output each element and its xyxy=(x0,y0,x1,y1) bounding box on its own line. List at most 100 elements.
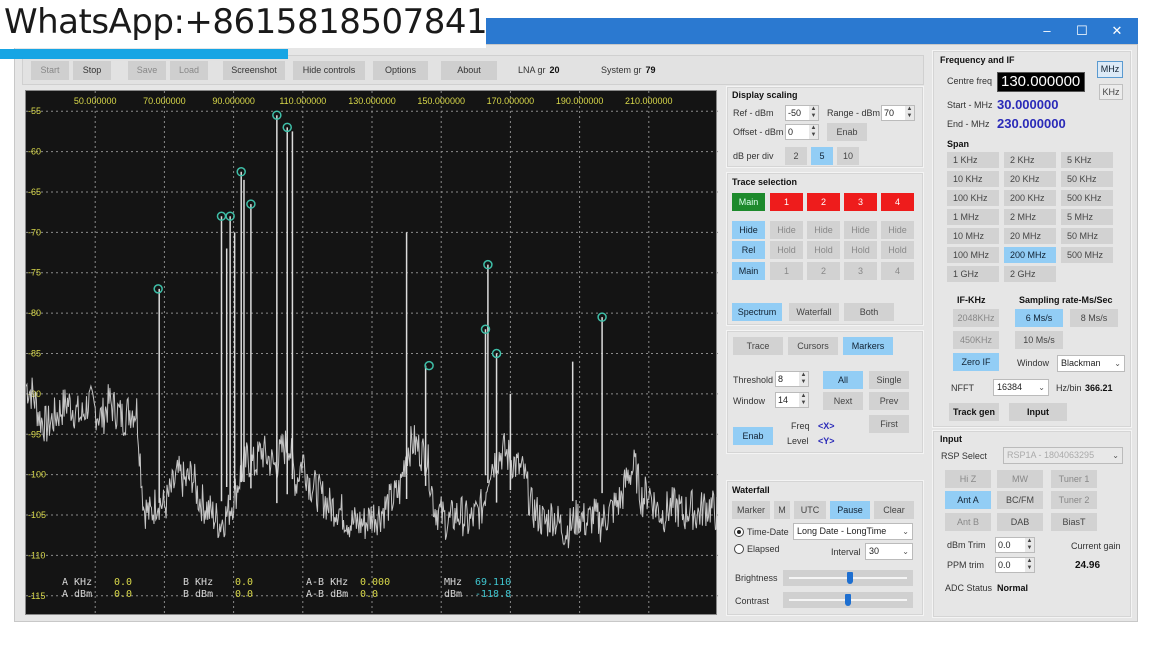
nfft-select[interactable]: 16384⌄ xyxy=(993,379,1049,396)
span-50mhz-button[interactable]: 50 MHz xyxy=(1061,228,1113,244)
range-dbm-spinner[interactable]: 70▲▼ xyxy=(881,105,915,121)
hide-4-button[interactable]: Hide xyxy=(881,221,914,239)
span-2mhz-button[interactable]: 2 MHz xyxy=(1004,209,1056,225)
span-10mhz-button[interactable]: 10 MHz xyxy=(947,228,999,244)
hold-1-button[interactable]: Hold xyxy=(770,241,803,259)
hide-2-button[interactable]: Hide xyxy=(807,221,840,239)
spinner-arrows-icon[interactable]: ▲▼ xyxy=(1025,538,1034,552)
tab-trace[interactable]: Trace xyxy=(733,337,783,355)
elapsed-radio[interactable] xyxy=(734,544,744,554)
ref-dbm-spinner[interactable]: -50▲▼ xyxy=(785,105,819,121)
span-2khz-button[interactable]: 2 KHz xyxy=(1004,152,1056,168)
hide-1-button[interactable]: Hide xyxy=(770,221,803,239)
span-20khz-button[interactable]: 20 KHz xyxy=(1004,171,1056,187)
span-10khz-button[interactable]: 10 KHz xyxy=(947,171,999,187)
rsp-select-dropdown[interactable]: RSP1A - 1804063295⌄ xyxy=(1003,447,1123,464)
hold-3-button[interactable]: Hold xyxy=(844,241,877,259)
threshold-spinner[interactable]: 8▲▼ xyxy=(775,371,809,387)
screenshot-button[interactable]: Screenshot xyxy=(223,61,285,80)
stop-button[interactable]: Stop xyxy=(73,61,111,80)
markers-all-button[interactable]: All xyxy=(823,371,863,389)
time-format-select[interactable]: Long Date - LongTime⌄ xyxy=(793,523,913,540)
view-waterfall-button[interactable]: Waterfall xyxy=(789,303,839,321)
if-450khz-button[interactable]: 450KHz xyxy=(953,331,999,349)
waterfall-utc-button[interactable]: UTC xyxy=(794,501,826,519)
markers-prev-button[interactable]: Prev xyxy=(869,392,909,410)
waterfall-pause-button[interactable]: Pause xyxy=(830,501,870,519)
span-1mhz-button[interactable]: 1 MHz xyxy=(947,209,999,225)
hold-2-button[interactable]: Hold xyxy=(807,241,840,259)
window-function-select[interactable]: Blackman⌄ xyxy=(1057,355,1125,372)
unit-mhz-button[interactable]: MHz xyxy=(1097,61,1123,78)
input-dab-button[interactable]: DAB xyxy=(997,513,1043,531)
markers-enable-button[interactable]: Enab xyxy=(733,427,773,445)
spinner-arrows-icon[interactable]: ▲▼ xyxy=(1025,558,1034,572)
ref-2-button[interactable]: 2 xyxy=(807,262,840,280)
input-tuner1-button[interactable]: Tuner 1 xyxy=(1051,470,1097,488)
view-spectrum-button[interactable]: Spectrum xyxy=(732,303,782,321)
time-date-radio[interactable] xyxy=(734,527,744,537)
span-500mhz-button[interactable]: 500 MHz xyxy=(1061,247,1113,263)
minimize-button[interactable]: – xyxy=(1027,18,1067,44)
unit-khz-button[interactable]: KHz xyxy=(1099,84,1123,100)
sr-8ms-button[interactable]: 8 Ms/s xyxy=(1070,309,1118,327)
about-button[interactable]: About xyxy=(441,61,497,80)
load-button[interactable]: Load xyxy=(170,61,208,80)
start-button[interactable]: Start xyxy=(31,61,69,80)
hold-4-button[interactable]: Hold xyxy=(881,241,914,259)
input-tuner2-button[interactable]: Tuner 2 xyxy=(1051,491,1097,509)
markers-first-button[interactable]: First xyxy=(869,415,909,433)
sr-10ms-button[interactable]: 10 Ms/s xyxy=(1015,331,1063,349)
offset-dbm-spinner[interactable]: 0▲▼ xyxy=(785,124,819,140)
ppm-trim-spinner[interactable]: 0.0▲▼ xyxy=(995,557,1035,573)
ref-1-button[interactable]: 1 xyxy=(770,262,803,280)
trace-3-button[interactable]: 3 xyxy=(844,193,877,211)
save-button[interactable]: Save xyxy=(128,61,166,80)
spinner-arrows-icon[interactable]: ▲▼ xyxy=(905,106,914,120)
ref-4-button[interactable]: 4 xyxy=(881,262,914,280)
input-button[interactable]: Input xyxy=(1009,403,1067,421)
spinner-arrows-icon[interactable]: ▲▼ xyxy=(809,106,818,120)
dbm-trim-spinner[interactable]: 0.0▲▼ xyxy=(995,537,1035,553)
window-spinner[interactable]: 14▲▼ xyxy=(775,392,809,408)
span-2ghz-button[interactable]: 2 GHz xyxy=(1004,266,1056,282)
spectrum-svg[interactable]: 50.00000070.00000090.000000110.000000130… xyxy=(26,91,718,616)
span-1khz-button[interactable]: 1 KHz xyxy=(947,152,999,168)
ref-main-button[interactable]: Main xyxy=(732,262,765,280)
db-per-div-2-button[interactable]: 2 xyxy=(785,147,807,165)
trace-4-button[interactable]: 4 xyxy=(881,193,914,211)
contrast-slider[interactable] xyxy=(783,592,913,608)
span-5mhz-button[interactable]: 5 MHz xyxy=(1061,209,1113,225)
db-per-div-5-button[interactable]: 5 xyxy=(811,147,833,165)
offset-enable-button[interactable]: Enab xyxy=(827,123,867,141)
waterfall-marker-button[interactable]: Marker xyxy=(732,501,770,519)
hide-main-button[interactable]: Hide xyxy=(732,221,765,239)
input-ant-a-button[interactable]: Ant A xyxy=(945,491,991,509)
centre-freq-input[interactable]: 130.000000 xyxy=(997,72,1085,92)
close-button[interactable]: ✕ xyxy=(1097,18,1137,44)
markers-next-button[interactable]: Next xyxy=(823,392,863,410)
tab-cursors[interactable]: Cursors xyxy=(788,337,838,355)
markers-single-button[interactable]: Single xyxy=(869,371,909,389)
trace-2-button[interactable]: 2 xyxy=(807,193,840,211)
span-100khz-button[interactable]: 100 KHz xyxy=(947,190,999,206)
db-per-div-10-button[interactable]: 10 xyxy=(837,147,859,165)
contrast-slider-thumb[interactable] xyxy=(845,594,851,606)
spinner-arrows-icon[interactable]: ▲▼ xyxy=(809,125,818,139)
options-button[interactable]: Options xyxy=(373,61,428,80)
waterfall-clear-button[interactable]: Clear xyxy=(874,501,914,519)
track-gen-button[interactable]: Track gen xyxy=(949,403,999,421)
hide-3-button[interactable]: Hide xyxy=(844,221,877,239)
span-100mhz-button[interactable]: 100 MHz xyxy=(947,247,999,263)
input-hiz-button[interactable]: Hi Z xyxy=(945,470,991,488)
sr-6ms-button[interactable]: 6 Ms/s xyxy=(1015,309,1063,327)
spectrum-plot[interactable]: 50.00000070.00000090.000000110.000000130… xyxy=(25,90,717,615)
span-200mhz-button[interactable]: 200 MHz xyxy=(1004,247,1056,263)
ref-3-button[interactable]: 3 xyxy=(844,262,877,280)
input-biast-button[interactable]: BiasT xyxy=(1051,513,1097,531)
span-20mhz-button[interactable]: 20 MHz xyxy=(1004,228,1056,244)
span-200khz-button[interactable]: 200 KHz xyxy=(1004,190,1056,206)
trace-main-button[interactable]: Main xyxy=(732,193,765,211)
input-bcfm-button[interactable]: BC/FM xyxy=(997,491,1043,509)
if-2048khz-button[interactable]: 2048KHz xyxy=(953,309,999,327)
